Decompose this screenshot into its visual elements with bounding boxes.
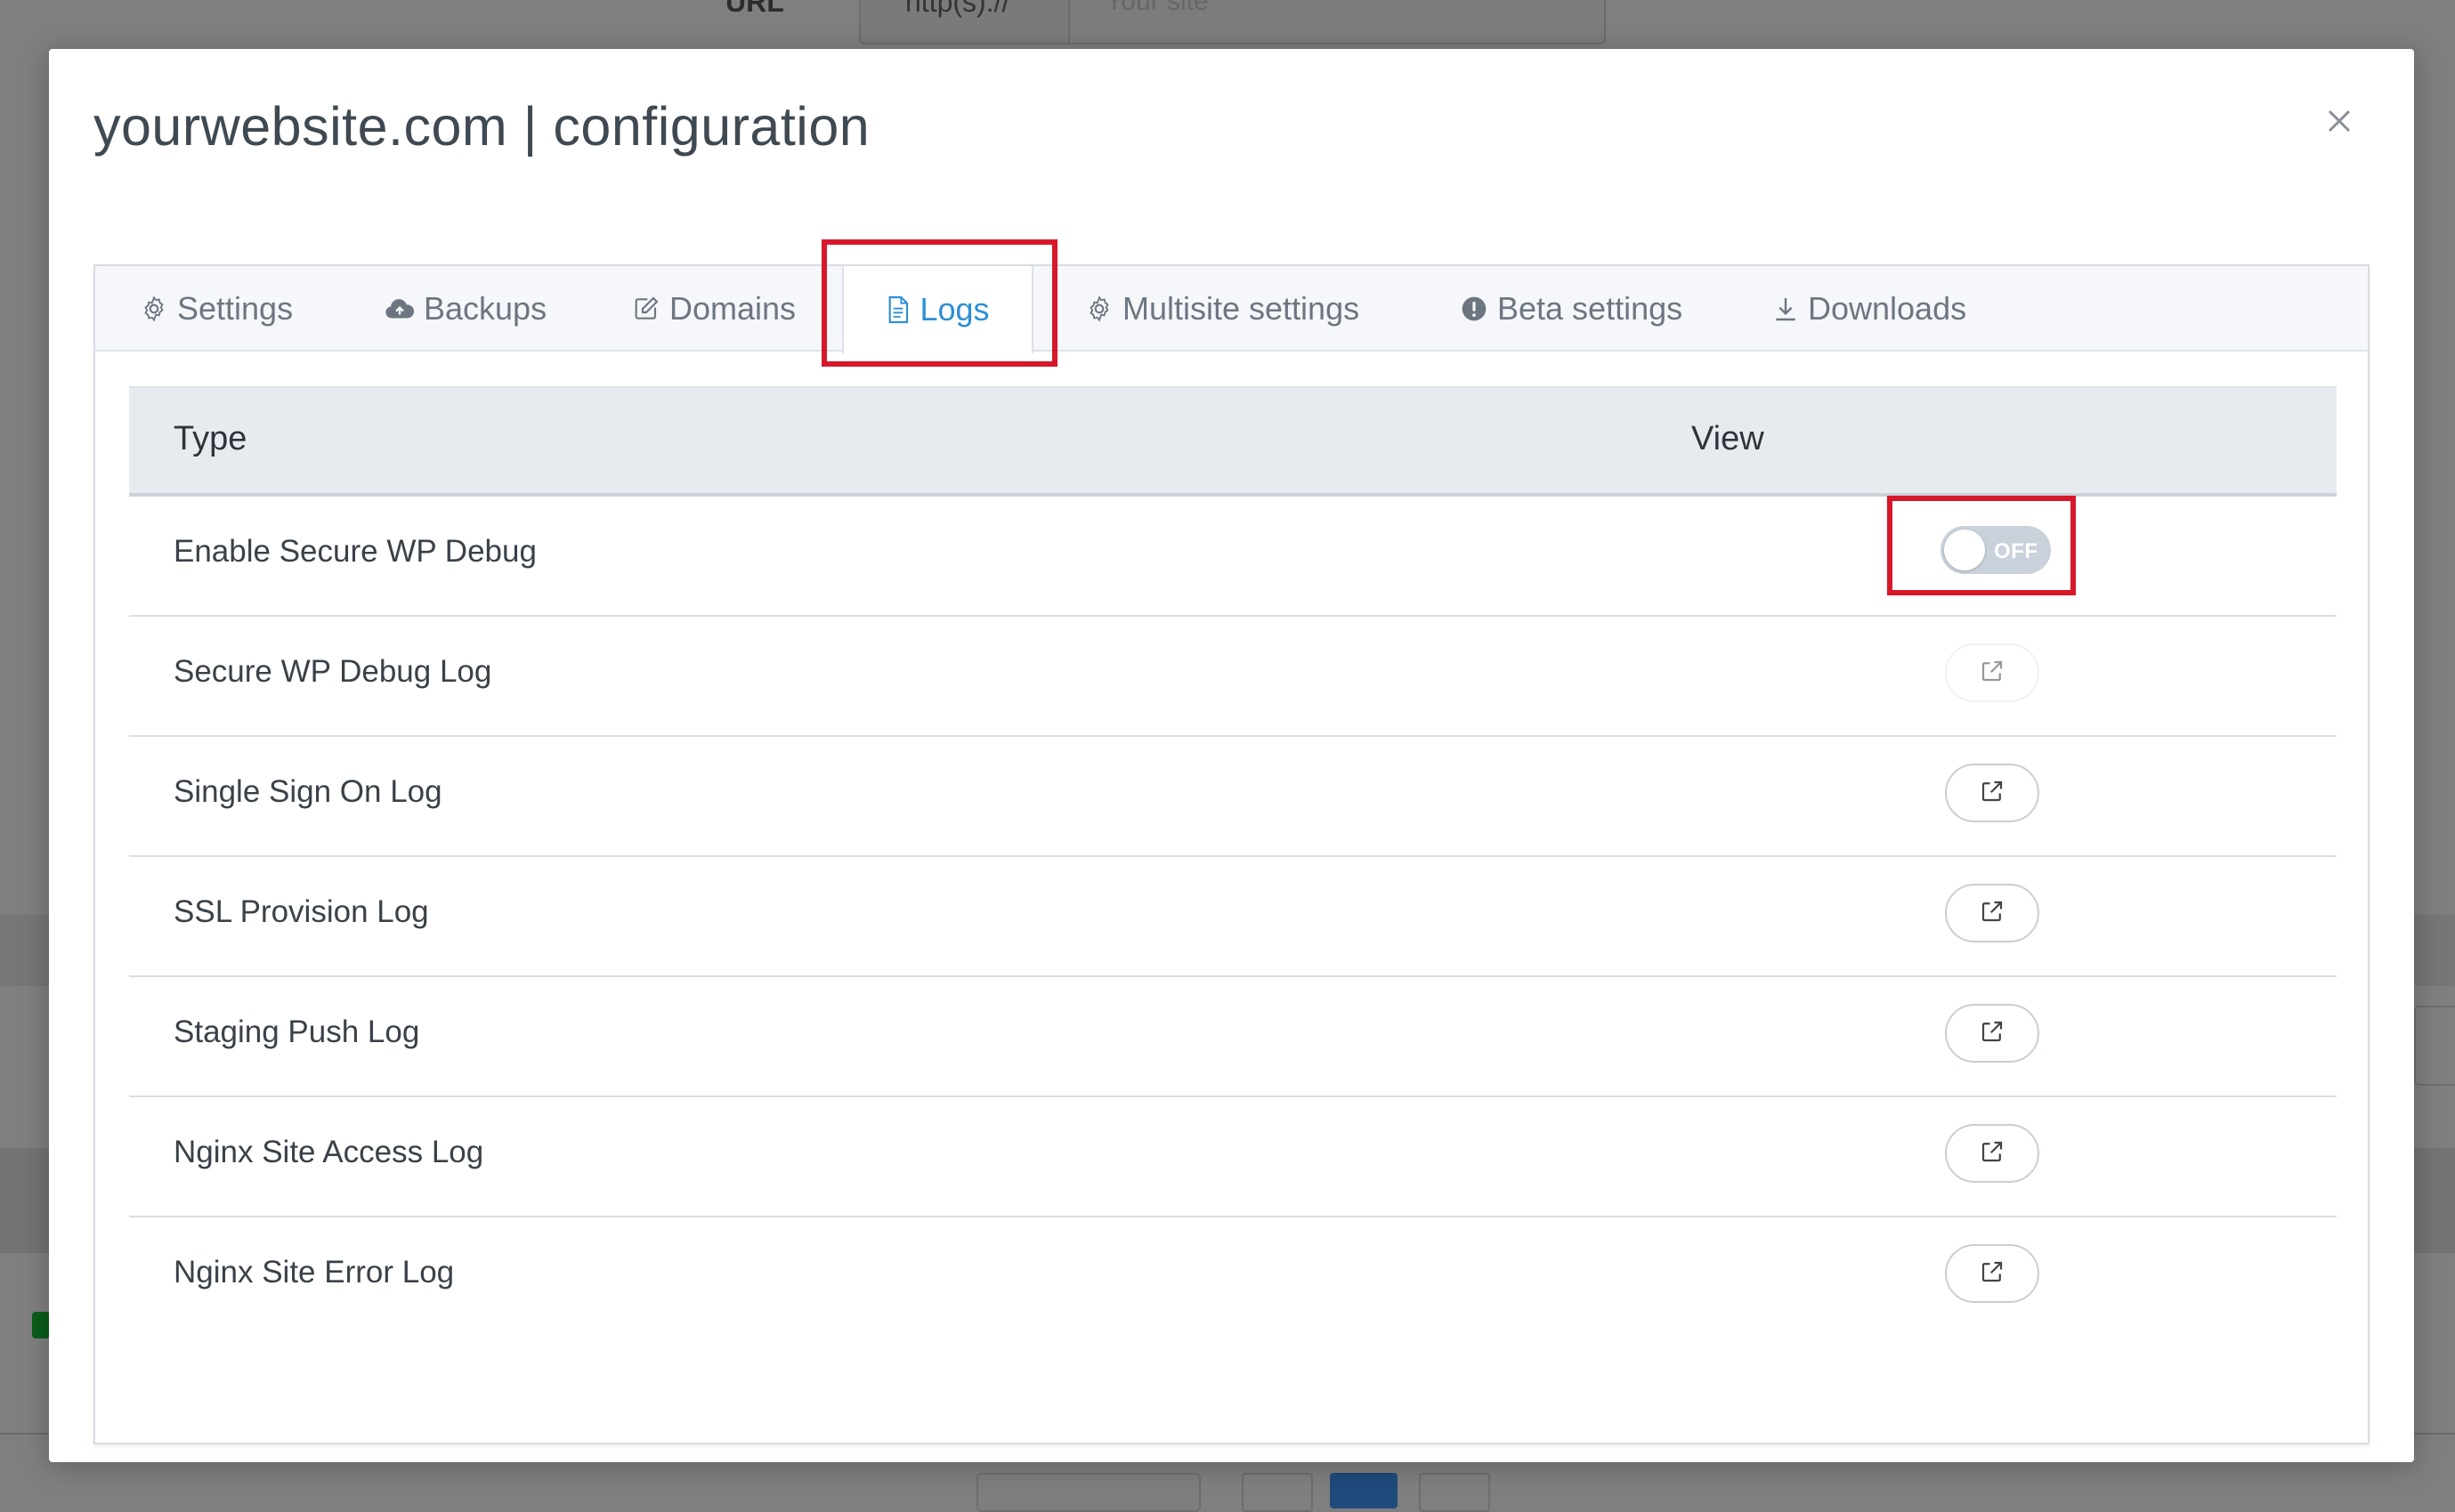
row-label: SSL Provision Log [174, 894, 429, 929]
exclamation-circle-icon [1460, 295, 1488, 323]
background-pager-current [1330, 1473, 1398, 1508]
url-prefix: http(s):// [859, 0, 1070, 44]
background-pager [976, 1473, 1201, 1512]
view-nginx-error-log-button[interactable] [1945, 1244, 2039, 1303]
gear-icon [140, 295, 168, 323]
cloud-upload-icon [385, 295, 415, 322]
view-sso-log-button[interactable] [1945, 764, 2039, 822]
table-row-sso-log: Single Sign On Log [129, 737, 2337, 857]
table-row-nginx-error-log: Nginx Site Error Log [129, 1217, 2337, 1336]
tab-label: Settings [177, 290, 294, 327]
tab-beta-settings[interactable]: Beta settings [1460, 266, 1682, 352]
tab-label: Multisite settings [1122, 290, 1360, 327]
table-row-enable-debug: Enable Secure WP Debug OFF [129, 497, 2337, 617]
gear-icon [1085, 295, 1114, 323]
background-pager-prev [1242, 1473, 1313, 1512]
url-label: URL [725, 0, 784, 18]
tab-downloads[interactable]: Downloads [1772, 266, 1966, 352]
toggle-knob [1944, 530, 1985, 570]
table-row-debug-log: Secure WP Debug Log [129, 617, 2337, 737]
tab-logs[interactable]: Logs [842, 266, 1033, 353]
view-debug-log-button[interactable] [1945, 643, 2039, 702]
tab-settings[interactable]: Settings [140, 266, 293, 352]
tab-domains[interactable]: Domains [632, 266, 796, 352]
toggle-state-label: OFF [1994, 539, 2038, 563]
tab-label: Backups [424, 290, 547, 327]
tab-backups[interactable]: Backups [385, 266, 547, 352]
edit-icon [632, 295, 660, 323]
column-header-view: View [1691, 420, 1764, 457]
external-link-icon [1979, 1018, 2005, 1049]
download-icon [1772, 295, 1799, 323]
modal-title: yourwebsite.com | configuration [93, 96, 871, 157]
table-row-nginx-access-log: Nginx Site Access Log [129, 1097, 2337, 1217]
tab-multisite-settings[interactable]: Multisite settings [1085, 266, 1359, 352]
row-label: Nginx Site Error Log [174, 1255, 455, 1290]
table-row-staging-log: Staging Push Log [129, 977, 2337, 1097]
column-header-type: Type [174, 420, 247, 457]
background-pager-next [1419, 1473, 1490, 1512]
table-header: Type View [129, 386, 2337, 497]
external-link-icon [1979, 1138, 2005, 1169]
close-icon[interactable] [2321, 102, 2356, 138]
row-label: Nginx Site Access Log [174, 1135, 484, 1169]
document-icon [886, 295, 911, 324]
view-staging-log-button[interactable] [1945, 1004, 2039, 1063]
view-ssl-log-button[interactable] [1945, 884, 2039, 942]
row-label: Single Sign On Log [174, 774, 442, 809]
logs-table: Type View Enable Secure WP Debug OFF Sec… [129, 386, 2337, 1336]
background-checkbox [32, 1312, 50, 1338]
tab-label: Beta settings [1497, 290, 1683, 327]
table-row-ssl-log: SSL Provision Log [129, 857, 2337, 977]
tab-label: Logs [920, 291, 990, 327]
view-nginx-access-log-button[interactable] [1945, 1124, 2039, 1183]
external-link-icon [1979, 658, 2005, 689]
configuration-modal: yourwebsite.com | configuration Settings… [49, 49, 2414, 1462]
tab-label: Domains [669, 290, 797, 327]
debug-toggle-switch[interactable]: OFF [1941, 526, 2051, 574]
config-panel: Settings Backups Domains Logs Multisite … [93, 264, 2370, 1444]
site-input: Your site [1070, 0, 1606, 44]
row-label: Enable Secure WP Debug [174, 534, 537, 569]
external-link-icon [1979, 778, 2005, 809]
row-label: Secure WP Debug Log [174, 654, 492, 689]
tab-label: Downloads [1808, 290, 1967, 327]
external-link-icon [1979, 1258, 2005, 1290]
background-box [2414, 1006, 2455, 1086]
row-label: Staging Push Log [174, 1015, 420, 1049]
external-link-icon [1979, 898, 2005, 929]
tab-bar: Settings Backups Domains Logs Multisite … [95, 266, 2368, 353]
